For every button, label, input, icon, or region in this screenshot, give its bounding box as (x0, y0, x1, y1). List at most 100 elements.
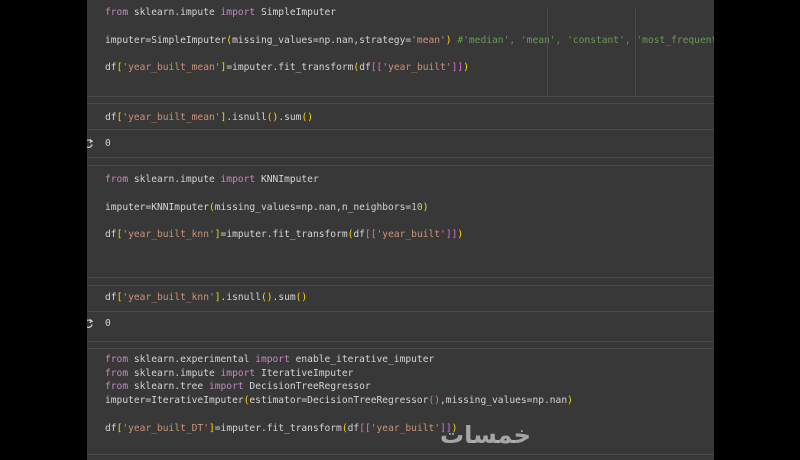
code-token: 'mean' (411, 35, 446, 46)
code-token: import (220, 368, 256, 379)
code-token: =imputer.fit_transform (226, 62, 354, 73)
code-token: ]] (451, 62, 464, 73)
code-token: ) (422, 202, 429, 213)
code-cell-2[interactable]: df['year_built_mean'].isnull().sum() 0 (87, 103, 714, 157)
code-token: ) (567, 395, 573, 406)
code-token: df (359, 62, 371, 73)
code-cell-4[interactable]: df['year_built_knn'].isnull().sum() 0 (87, 285, 714, 341)
code-token: KNNImputer (255, 174, 319, 185)
code-token: DecisionTreeRegressor (243, 381, 371, 392)
watermark-logo: خمسات (440, 421, 531, 449)
code-token: from (105, 381, 129, 392)
code-token: 'year_built_DT' (122, 423, 209, 434)
code-token: 'year_built' (370, 423, 441, 434)
code-token: ) (463, 62, 469, 73)
code-token: missing_values=np.nan,n_neighbors= (214, 202, 412, 213)
code-line: from sklearn.impute import KNNImputer (105, 174, 319, 186)
code-token: sklearn.impute (128, 7, 221, 18)
code-token: 'year_built' (382, 62, 452, 73)
code-line: imputer=KNNImputer(missing_values=np.nan… (105, 202, 428, 214)
code-token: estimator=DecisionTreeRegressor (249, 395, 429, 406)
cell-divider (547, 8, 548, 96)
code-line: imputer=SimpleImputer(missing_values=np.… (105, 35, 714, 47)
code-token: 'year_built_mean' (122, 62, 221, 73)
code-token: [[ (364, 229, 377, 240)
code-token: .sum (272, 292, 296, 303)
notebook: from sklearn.impute import SimpleImputer… (87, 0, 714, 460)
code-token: () (295, 292, 308, 303)
code-token: import (208, 381, 244, 392)
code-token: from (105, 368, 129, 379)
code-token: from (105, 354, 129, 365)
code-line: df['year_built_mean'].isnull().sum() (105, 112, 313, 124)
code-token: from (105, 7, 129, 18)
code-cell-5[interactable]: from sklearn.experimental import enable_… (87, 348, 714, 460)
code-token: SimpleImputer (255, 7, 337, 18)
cell-separator (87, 341, 714, 342)
cell-separator (87, 157, 714, 158)
code-line: from sklearn.impute import SimpleImputer (105, 7, 336, 19)
code-token: missing_values=np.nan,strategy= (232, 35, 412, 46)
refresh-arrow-icon[interactable] (87, 318, 94, 329)
code-token: df (347, 423, 360, 434)
cell-separator (87, 103, 714, 104)
code-token: =imputer.fit_transform (214, 423, 342, 434)
code-token: ]] (445, 229, 458, 240)
code-token: () (260, 292, 273, 303)
code-line: imputer=IterativeImputer(estimator=Decis… (105, 395, 573, 407)
code-token: imputer=SimpleImputer (105, 35, 227, 46)
code-token: import (220, 174, 256, 185)
code-line: from sklearn.tree import DecisionTreeReg… (105, 381, 371, 393)
code-token: import (220, 7, 256, 18)
code-token: () (266, 112, 279, 123)
code-token: sklearn.impute (128, 174, 221, 185)
code-token: .sum (278, 112, 302, 123)
code-token: IterativeImputer (255, 368, 354, 379)
cell-output: 0 (105, 138, 111, 149)
code-token: #'median', 'mean', 'constant', 'most_fre… (451, 35, 714, 46)
code-token: sklearn.tree (128, 381, 209, 392)
code-token: import (255, 354, 290, 365)
code-token: df (105, 62, 117, 73)
code-token: df (105, 229, 117, 240)
cell-separator (87, 454, 714, 455)
code-token: from (105, 174, 129, 185)
code-line: from sklearn.impute import IterativeImpu… (105, 368, 353, 380)
cell-separator (87, 129, 714, 130)
cell-output: 0 (105, 318, 111, 329)
code-token: 'year_built_knn' (122, 292, 215, 303)
code-token: () (428, 395, 441, 406)
code-token: ,missing_values=np.nan (440, 395, 568, 406)
code-token: 'year_built_knn' (122, 229, 215, 240)
code-token: =imputer.fit_transform (220, 229, 348, 240)
code-token: df (105, 112, 117, 123)
code-token: df (105, 292, 117, 303)
refresh-arrow-icon[interactable] (87, 138, 94, 149)
code-token: ) (457, 229, 464, 240)
code-token: sklearn.impute (128, 368, 221, 379)
code-token: .isnull (220, 292, 261, 303)
code-line: from sklearn.experimental import enable_… (105, 354, 434, 366)
cell-separator (87, 348, 714, 349)
cell-separator (87, 285, 714, 286)
code-token: imputer=IterativeImputer (105, 395, 244, 406)
code-token: [[ (370, 62, 383, 73)
code-token: 'year_built_mean' (122, 112, 221, 123)
code-token: 'year_built' (376, 229, 446, 240)
code-line: df['year_built_DT']=imputer.fit_transfor… (105, 423, 457, 435)
code-token: 10 (411, 202, 423, 213)
code-token: [[ (359, 423, 371, 434)
code-editor-1[interactable]: from sklearn.impute import SimpleImputer… (87, 0, 714, 96)
cell-divider (635, 8, 636, 96)
cell-separator (87, 165, 714, 166)
code-token: () (301, 112, 313, 123)
code-cell-3[interactable]: from sklearn.impute import KNNImputer im… (87, 165, 714, 277)
code-token: imputer=KNNImputer (105, 202, 209, 213)
cell-separator (87, 311, 714, 312)
cell-separator (87, 96, 714, 97)
code-token: df (353, 229, 365, 240)
cell-separator (87, 277, 714, 278)
code-line: df['year_built_knn'].isnull().sum() (105, 292, 307, 304)
code-token: enable_iterative_imputer (289, 354, 435, 365)
code-cell-1[interactable]: from sklearn.impute import SimpleImputer… (87, 0, 714, 96)
